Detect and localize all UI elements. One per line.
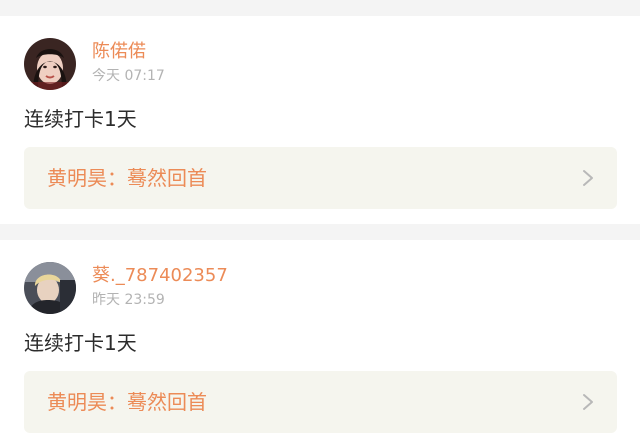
checkin-feed: 陈偌偌 今天 07:17 连续打卡1天 黄明昊：蓦然回首 葵._78740235… [0, 0, 640, 444]
chevron-right-icon [581, 168, 595, 188]
task-link[interactable]: 黄明昊：蓦然回首 [24, 371, 617, 433]
chevron-right-icon [581, 392, 595, 412]
post-content: 连续打卡1天 [24, 331, 137, 355]
username[interactable]: 葵._787402357 [92, 265, 228, 287]
post-content: 连续打卡1天 [24, 107, 137, 131]
avatar[interactable] [24, 262, 76, 314]
post-card: 陈偌偌 今天 07:17 连续打卡1天 黄明昊：蓦然回首 [0, 16, 640, 224]
username[interactable]: 陈偌偌 [92, 41, 146, 63]
post-time: 昨天 23:59 [92, 292, 165, 308]
post-card: 葵._787402357 昨天 23:59 连续打卡1天 黄明昊：蓦然回首 [0, 240, 640, 444]
avatar[interactable] [24, 38, 76, 90]
post-time: 今天 07:17 [92, 68, 165, 84]
task-title: 黄明昊：蓦然回首 [47, 166, 207, 190]
task-link[interactable]: 黄明昊：蓦然回首 [24, 147, 617, 209]
task-title: 黄明昊：蓦然回首 [47, 390, 207, 414]
